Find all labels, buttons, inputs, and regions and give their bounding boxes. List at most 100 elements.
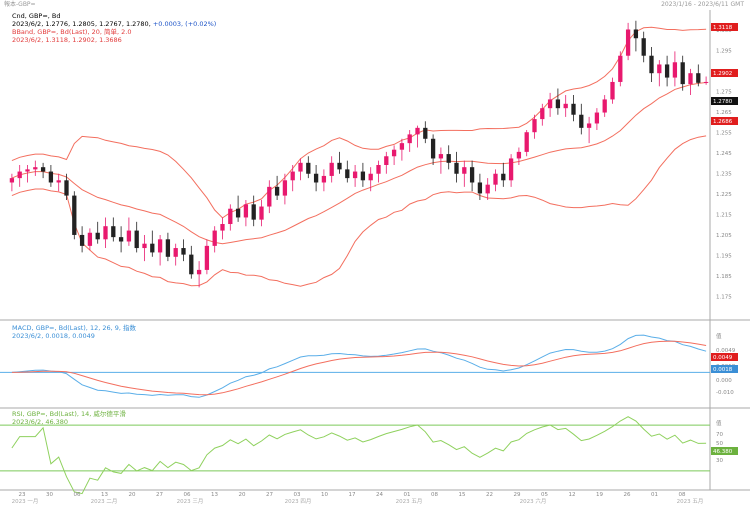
- candle-body-58: [462, 167, 467, 174]
- macd-legend: MACD, GBP=, Bd(Last), 12, 26, 9, 指数 2023…: [12, 324, 136, 340]
- candle-74: [586, 116, 592, 144]
- candle-body-69: [547, 99, 553, 109]
- candle-33: [267, 180, 272, 214]
- candle-body-25: [204, 245, 210, 270]
- candle-58: [462, 160, 467, 187]
- candle-body-88: [696, 73, 701, 83]
- candle-body-31: [251, 204, 256, 220]
- rsi-tick-1: 70: [716, 432, 723, 438]
- candle-body-72: [571, 103, 576, 115]
- candle-80: [633, 20, 639, 52]
- candle-body-79: [625, 29, 631, 56]
- candle-8: [72, 191, 77, 240]
- candle-37: [298, 158, 303, 181]
- candle-body-52: [415, 127, 420, 135]
- candle-body-53: [423, 127, 428, 139]
- time-tick-4: 20: [129, 492, 136, 498]
- candle-body-84: [664, 64, 670, 78]
- time-tick-18: 29: [514, 492, 521, 498]
- time-tick-3: 13: [101, 492, 108, 498]
- candle-13: [111, 217, 116, 242]
- time-tick-17: 22: [486, 492, 493, 498]
- candle-body-13: [111, 226, 116, 238]
- candle-body-67: [532, 119, 537, 133]
- chart-canvas[interactable]: 1.3051.2951.2851.2751.2651.2551.2451.235…: [0, 0, 750, 505]
- candle-body-70: [555, 99, 561, 109]
- candle-body-8: [72, 195, 77, 235]
- macd-badge-1: 0.0018: [713, 367, 733, 373]
- candle-28: [228, 204, 233, 231]
- candle-body-78: [618, 55, 623, 82]
- candle-25: [204, 239, 210, 275]
- time-tick-13: 24: [376, 492, 383, 498]
- candle-body-24: [196, 269, 202, 275]
- candle-71: [563, 95, 568, 117]
- time-tick-6: 06: [184, 492, 191, 498]
- price-tick-11: 1.195: [716, 254, 732, 260]
- candle-82: [649, 46, 654, 82]
- candle-body-18: [150, 243, 155, 253]
- price-legend-line2: BBand, GBP=, Bd(Last), 20, 简单, 2.0: [12, 28, 132, 36]
- candle-body-57: [454, 162, 459, 174]
- price-badge-2: 1.2780: [713, 99, 733, 105]
- candle-body-89: [703, 81, 709, 83]
- time-tick-15: 08: [431, 492, 438, 498]
- time-tick-20: 12: [569, 492, 576, 498]
- candle-52: [415, 125, 420, 148]
- price-tick-7: 1.235: [716, 172, 732, 178]
- price-legend: Cnd, GBP=, Bd 2023/6/2, 1.2776, 1.2805, …: [12, 12, 216, 44]
- candle-body-22: [181, 248, 186, 255]
- candle-body-29: [235, 208, 241, 218]
- candle-18: [150, 230, 155, 257]
- macd-tick-4: -0.010: [716, 390, 734, 396]
- candle-body-66: [524, 132, 529, 152]
- rsi-legend: RSI, GBP=, Bd(Last), 14, 威尔德平滑 2023/6/2,…: [12, 410, 126, 426]
- candle-45: [360, 162, 366, 187]
- time-month-5: 2023 六月: [520, 497, 547, 505]
- candle-4: [40, 162, 46, 179]
- candle-body-74: [586, 123, 592, 128]
- time-tick-12: 17: [349, 492, 356, 498]
- time-month-3: 2023 四月: [285, 498, 312, 505]
- candle-body-27: [220, 224, 225, 231]
- candle-body-63: [501, 173, 506, 181]
- price-badge-1: 1.2902: [713, 71, 732, 77]
- macd-tick-3: 0.000: [716, 378, 732, 384]
- candle-47: [376, 160, 381, 183]
- candle-26: [212, 226, 217, 253]
- time-tick-5: 27: [156, 492, 163, 498]
- time-month-1: 2023 二月: [91, 498, 118, 505]
- candle-body-6: [56, 180, 61, 183]
- candle-body-19: [157, 239, 163, 253]
- candle-body-73: [579, 114, 584, 128]
- candle-40: [321, 169, 327, 192]
- candle-body-42: [337, 162, 342, 170]
- candle-66: [524, 130, 529, 157]
- time-tick-14: 01: [404, 492, 411, 498]
- candle-50: [399, 138, 405, 161]
- candle-body-38: [306, 162, 311, 174]
- candle-27: [220, 217, 225, 240]
- candle-body-26: [212, 230, 217, 246]
- candle-body-21: [173, 248, 178, 257]
- candle-59: [469, 160, 475, 192]
- candle-body-17: [142, 243, 147, 249]
- candle-34: [274, 175, 280, 200]
- price-tick-6: 1.245: [716, 151, 732, 157]
- candle-89: [703, 76, 709, 85]
- bollinger-upper-line: [11, 26, 707, 219]
- candle-49: [391, 145, 397, 165]
- candle-body-10: [87, 232, 93, 246]
- candle-31: [251, 195, 256, 227]
- candle-body-56: [446, 154, 451, 163]
- candle-75: [594, 108, 600, 131]
- time-tick-1: 30: [46, 492, 53, 498]
- price-badge-0: 1.3118: [713, 25, 733, 31]
- candle-body-1: [17, 171, 22, 179]
- candle-44: [352, 165, 358, 187]
- candle-body-9: [79, 234, 85, 246]
- price-tick-5: 1.255: [716, 131, 732, 137]
- candle-body-40: [321, 175, 327, 183]
- candle-body-16: [134, 230, 139, 249]
- candle-body-75: [594, 112, 600, 124]
